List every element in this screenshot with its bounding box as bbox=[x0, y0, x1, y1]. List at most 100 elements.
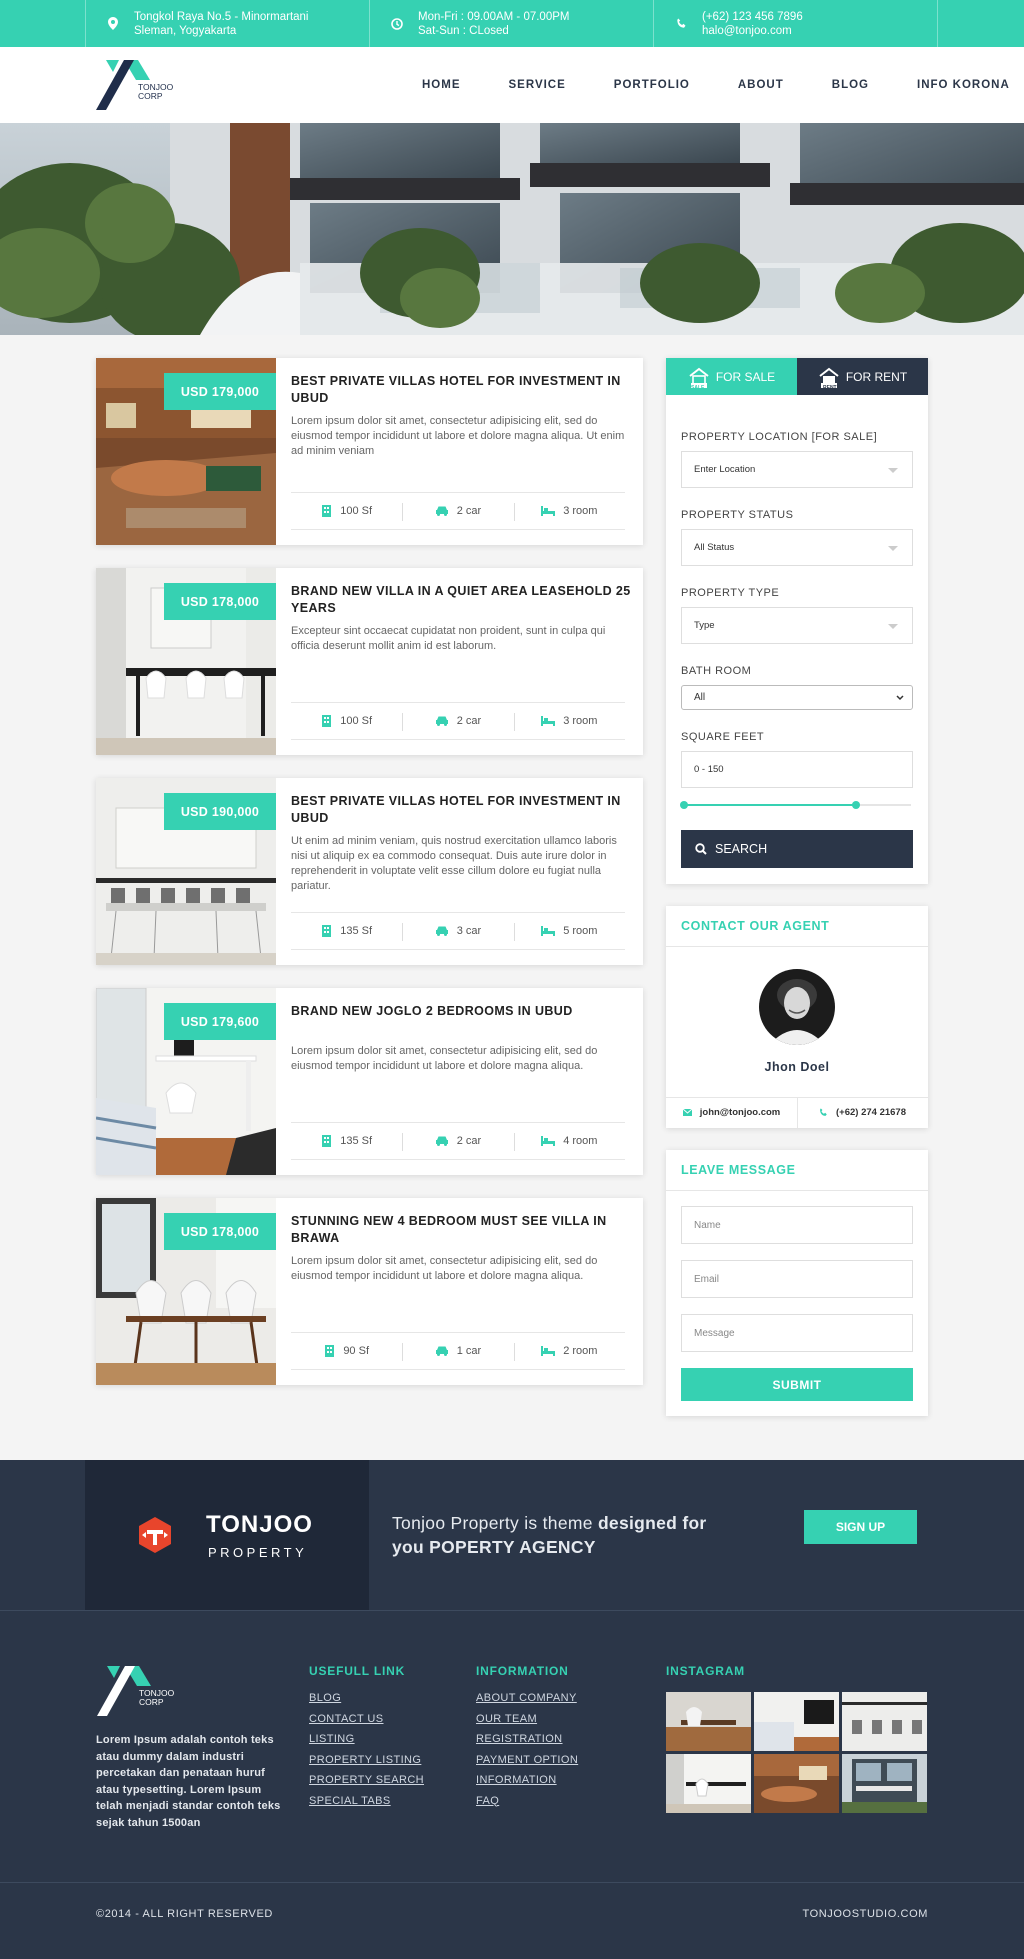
room-value: 5 room bbox=[563, 925, 598, 937]
listing-card[interactable]: USD 179,600 BRAND NEW JOGLO 2 BEDROOMS I… bbox=[96, 988, 643, 1175]
instagram-photo[interactable] bbox=[842, 1754, 927, 1813]
tab-for-rent[interactable]: FOR RENT RENT bbox=[797, 358, 928, 395]
bath-value: All bbox=[694, 692, 706, 703]
tab-rent-label: FOR RENT bbox=[845, 369, 908, 384]
footer-link-property-listing[interactable]: PROPERTY LISTING bbox=[309, 1754, 424, 1766]
footer-link-our-team[interactable]: OUR TEAM bbox=[476, 1713, 578, 1725]
room-feature: 4 room bbox=[513, 1123, 625, 1159]
footer-link-information[interactable]: INFORMATION bbox=[476, 1774, 578, 1786]
email-field[interactable]: Email bbox=[681, 1260, 913, 1298]
message-panel-title: LEAVE MESSAGE bbox=[681, 1163, 796, 1177]
footer-link-registration[interactable]: REGISTRATION bbox=[476, 1733, 578, 1745]
divider bbox=[85, 0, 86, 47]
footer-link-payment-option[interactable]: PAYMENT OPTION bbox=[476, 1754, 578, 1766]
nav-service[interactable]: SERVICE bbox=[509, 79, 566, 91]
instagram-photo[interactable] bbox=[666, 1754, 751, 1813]
nav-portfolio[interactable]: PORTFOLIO bbox=[614, 79, 690, 91]
price-badge: USD 178,000 bbox=[164, 1213, 276, 1250]
bath-select[interactable]: All bbox=[681, 685, 913, 710]
agent-name: Jhon Doel bbox=[764, 1060, 830, 1074]
instagram-title: INSTAGRAM bbox=[666, 1664, 745, 1678]
listing-card[interactable]: USD 190,000 BEST PRIVATE VILLAS HOTEL FO… bbox=[96, 778, 643, 965]
contact-info: (+62) 123 456 7896 halo@tonjoo.com bbox=[674, 0, 934, 47]
sqft-input[interactable]: 0 - 150 bbox=[681, 751, 913, 788]
listing-title[interactable]: BEST PRIVATE VILLAS HOTEL FOR INVESTMENT… bbox=[291, 373, 631, 407]
car-feature: 2 car bbox=[402, 1123, 513, 1159]
footer-logo[interactable]: TONJOO CORP bbox=[97, 1664, 179, 1718]
phone-number[interactable]: (+62) 123 456 7896 bbox=[702, 10, 803, 24]
instagram-photo[interactable] bbox=[842, 1692, 927, 1751]
tab-sale-label: FOR SALE bbox=[715, 369, 776, 384]
search-button[interactable]: SEARCH bbox=[681, 830, 913, 868]
footer-link-blog[interactable]: BLOG bbox=[309, 1692, 424, 1704]
footer-link-contact-us[interactable]: CONTACT US bbox=[309, 1713, 424, 1725]
listing-features: 90 Sf 1 car 2 room bbox=[291, 1332, 625, 1370]
message-field[interactable]: Message bbox=[681, 1314, 913, 1352]
footer-link-listing[interactable]: LISTING bbox=[309, 1733, 424, 1745]
site-logo[interactable]: TONJOO CORP bbox=[96, 58, 178, 112]
listing-card[interactable]: USD 178,000 STUNNING NEW 4 BEDROOM MUST … bbox=[96, 1198, 643, 1385]
banner-tagline: Tonjoo Property is theme designed for you… bbox=[392, 1511, 752, 1559]
building-icon bbox=[322, 715, 332, 727]
signup-button[interactable]: SIGN UP bbox=[804, 1510, 917, 1544]
tab-for-sale[interactable]: FOR SALE SALE bbox=[666, 358, 797, 395]
bed-icon bbox=[541, 1346, 556, 1356]
chevron-down-icon bbox=[888, 546, 898, 551]
location-value: Enter Location bbox=[694, 464, 756, 475]
car-feature: 1 car bbox=[402, 1333, 513, 1369]
email-address[interactable]: halo@tonjoo.com bbox=[702, 24, 803, 38]
submit-button[interactable]: SUBMIT bbox=[681, 1368, 913, 1401]
nav-about[interactable]: ABOUT bbox=[738, 79, 784, 91]
listing-card[interactable]: USD 178,000 BRAND NEW VILLA IN A QUIET A… bbox=[96, 568, 643, 755]
room-feature: 3 room bbox=[513, 703, 625, 739]
status-label: PROPERTY STATUS bbox=[681, 509, 794, 521]
listing-description: Lorem ipsum dolor sit amet, consectetur … bbox=[291, 1255, 598, 1282]
nav-blog[interactable]: BLOG bbox=[832, 79, 869, 91]
instagram-photo[interactable] bbox=[754, 1754, 839, 1813]
type-value: Type bbox=[694, 620, 715, 631]
area-feature: 135 Sf bbox=[291, 1123, 402, 1159]
tab-rent-badge: RENT bbox=[823, 385, 837, 391]
useful-links-list: BLOG CONTACT US LISTING PROPERTY LISTING… bbox=[309, 1692, 424, 1807]
agent-email[interactable]: john@tonjoo.com bbox=[666, 1097, 797, 1128]
footer-link-about-company[interactable]: ABOUT COMPANY bbox=[476, 1692, 578, 1704]
banner-text-plain: Tonjoo Property is theme bbox=[392, 1513, 598, 1533]
type-select[interactable]: Type bbox=[681, 607, 913, 644]
footer-link-special-tabs[interactable]: SPECIAL TABS bbox=[309, 1795, 424, 1807]
nav-info-korona[interactable]: INFO KORONA bbox=[917, 79, 1010, 91]
main-nav: HOME SERVICE PORTFOLIO ABOUT BLOG INFO K… bbox=[374, 47, 1010, 123]
slider-handle-min[interactable] bbox=[680, 801, 688, 809]
listing-title[interactable]: BRAND NEW JOGLO 2 BEDROOMS IN UBUD bbox=[291, 1003, 631, 1020]
listing-title[interactable]: BEST PRIVATE VILLAS HOTEL FOR INVESTMENT… bbox=[291, 793, 631, 827]
hours-info: Mon-Fri : 09.00AM - 07.00PM Sat-Sun : CLo… bbox=[390, 0, 650, 47]
sqft-slider-fill bbox=[683, 804, 857, 806]
footer-site-link[interactable]: TONJOOSTUDIO.COM bbox=[802, 1908, 928, 1920]
instagram-photo[interactable] bbox=[666, 1692, 751, 1751]
bed-icon bbox=[541, 1136, 556, 1146]
nav-home[interactable]: HOME bbox=[422, 79, 461, 91]
footer-link-faq[interactable]: FAQ bbox=[476, 1795, 578, 1807]
listing-card[interactable]: USD 179,000 BEST PRIVATE VILLAS HOTEL FO… bbox=[96, 358, 643, 545]
divider bbox=[666, 1190, 928, 1191]
status-select[interactable]: All Status bbox=[681, 529, 913, 566]
location-select[interactable]: Enter Location bbox=[681, 451, 913, 488]
agent-email-text: john@tonjoo.com bbox=[699, 1107, 781, 1118]
divider bbox=[369, 0, 370, 47]
car-feature: 2 car bbox=[402, 493, 513, 529]
name-field[interactable]: Name bbox=[681, 1206, 913, 1244]
listing-features: 100 Sf 2 car 3 room bbox=[291, 492, 625, 530]
instagram-photo[interactable] bbox=[754, 1692, 839, 1751]
chevron-down-icon bbox=[888, 468, 898, 473]
footer-link-property-search[interactable]: PROPERTY SEARCH bbox=[309, 1774, 424, 1786]
clock-icon bbox=[390, 17, 404, 30]
envelope-icon bbox=[682, 1109, 692, 1116]
room-feature: 5 room bbox=[513, 913, 625, 949]
agent-phone-text: (+62) 274 21678 bbox=[836, 1107, 906, 1118]
listing-title[interactable]: STUNNING NEW 4 BEDROOM MUST SEE VILLA IN… bbox=[291, 1213, 631, 1247]
listing-title[interactable]: BRAND NEW VILLA IN A QUIET AREA LEASEHOL… bbox=[291, 583, 631, 617]
room-value: 3 room bbox=[563, 505, 598, 517]
agent-phone[interactable]: (+62) 274 21678 bbox=[797, 1097, 928, 1128]
sqft-value: 0 - 150 bbox=[694, 764, 724, 775]
information-links-list: ABOUT COMPANY OUR TEAM REGISTRATION PAYM… bbox=[476, 1692, 578, 1807]
listing-description: Excepteur sint occaecat cupidatat non pr… bbox=[291, 625, 606, 652]
